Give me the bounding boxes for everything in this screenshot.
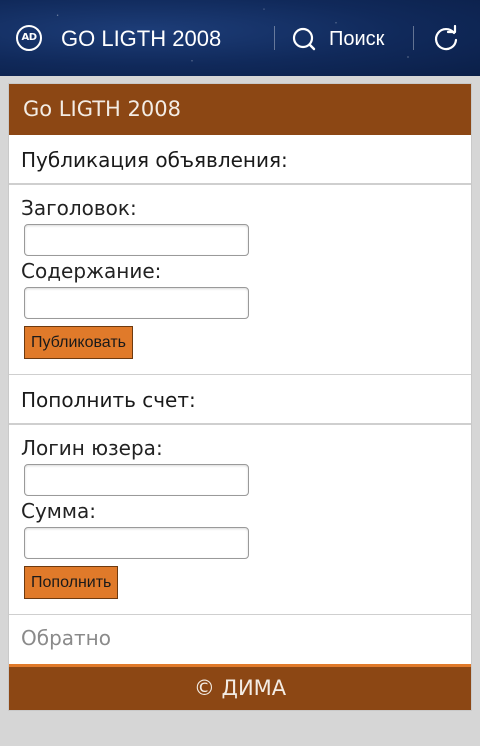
publish-section-title: Публикация объявления: bbox=[9, 135, 471, 185]
divider bbox=[9, 614, 471, 615]
login-field-label: Логин юзера: bbox=[21, 436, 163, 460]
page-title: Go LIGTH 2008 bbox=[9, 84, 471, 135]
back-link[interactable]: Обратно bbox=[21, 624, 111, 652]
topup-section-title: Пополнить счет: bbox=[9, 375, 471, 425]
title-field-label: Заголовок: bbox=[21, 196, 137, 220]
topup-button[interactable]: Пополнить bbox=[24, 566, 119, 599]
publish-button[interactable]: Публиковать bbox=[24, 326, 134, 359]
content-input[interactable] bbox=[24, 287, 249, 319]
page-content: Go LIGTH 2008 Публикация объявления: Заг… bbox=[8, 83, 472, 711]
top-app-bar: AD GO LIGTH 2008 Поиск bbox=[0, 0, 480, 76]
ad-logo-icon[interactable]: AD bbox=[16, 25, 42, 51]
footer: © ДИМА bbox=[9, 664, 471, 710]
title-input[interactable] bbox=[24, 224, 249, 256]
search-button[interactable]: Поиск bbox=[292, 24, 384, 54]
app-title: GO LIGTH 2008 bbox=[61, 26, 222, 51]
divider bbox=[413, 26, 414, 50]
content-field-label: Содержание: bbox=[21, 259, 162, 283]
refresh-icon[interactable] bbox=[432, 25, 460, 53]
login-input[interactable] bbox=[24, 464, 249, 496]
divider bbox=[274, 26, 275, 50]
search-icon bbox=[292, 27, 316, 51]
search-label: Поиск bbox=[329, 27, 385, 50]
amount-field-label: Сумма: bbox=[21, 499, 96, 523]
amount-input[interactable] bbox=[24, 527, 249, 559]
